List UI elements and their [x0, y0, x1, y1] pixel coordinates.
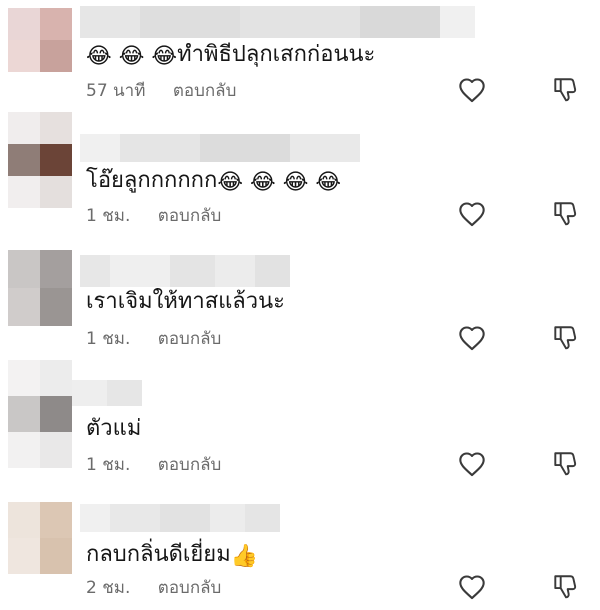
thumbs-down-icon	[554, 202, 577, 226]
comment-meta: 1 ชม. ตอบกลับ	[86, 205, 221, 227]
like-button[interactable]	[455, 197, 489, 231]
comment-text: เราเจิมให้ทาสแล้วนะ	[86, 289, 285, 314]
comment-item: โอ๊ยลูกกกกกก 😂 😂 😂 😂 1 ชม. ตอบกลับ	[0, 112, 600, 240]
dislike-button[interactable]	[548, 447, 582, 481]
comment-text: ตัวแม่	[86, 416, 142, 441]
comment-item: เราเจิมให้ทาสแล้วนะ 1 ชม. ตอบกลับ	[0, 240, 600, 360]
reply-button[interactable]: ตอบกลับ	[158, 329, 222, 349]
comment-time: 57 นาที	[86, 81, 146, 101]
comment-text: กลบกลิ่นดีเยี่ยม 👍	[86, 540, 258, 572]
thumbs-down-icon	[554, 78, 577, 102]
comment-meta: 1 ชม. ตอบกลับ	[86, 328, 221, 350]
like-button[interactable]	[455, 570, 489, 604]
laughing-tears-emoji: 😂 😂 😂 😂	[217, 170, 342, 195]
comment-item: ตัวแม่ 1 ชม. ตอบกลับ	[0, 360, 600, 480]
comment-time: 1 ชม.	[86, 206, 131, 226]
comment-item: กลบกลิ่นดีเยี่ยม 👍 2 ชม. ตอบกลับ	[0, 480, 600, 600]
dislike-button[interactable]	[548, 570, 582, 604]
comment-meta: 57 นาที ตอบกลับ	[86, 80, 236, 102]
comment-time: 2 ชม.	[86, 578, 131, 598]
username-blurred[interactable]	[80, 134, 360, 162]
reply-button[interactable]: ตอบกลับ	[173, 81, 237, 101]
heart-icon	[459, 575, 485, 600]
avatar[interactable]	[8, 360, 72, 468]
dislike-button[interactable]	[548, 321, 582, 355]
reply-button[interactable]: ตอบกลับ	[158, 455, 222, 475]
avatar[interactable]	[8, 112, 72, 208]
laughing-tears-emoji: 😂 😂 😂	[86, 44, 178, 69]
comment-meta: 2 ชม. ตอบกลับ	[86, 577, 221, 599]
comment-meta: 1 ชม. ตอบกลับ	[86, 454, 221, 476]
username-blurred[interactable]	[80, 6, 475, 38]
comment-time: 1 ชม.	[86, 329, 131, 349]
comment-text: 😂 😂 😂 ทำพิธีปลุกเสกก่อนนะ	[86, 40, 375, 72]
heart-icon	[459, 452, 485, 477]
like-button[interactable]	[455, 321, 489, 355]
heart-icon	[459, 78, 485, 103]
dislike-button[interactable]	[548, 197, 582, 231]
like-button[interactable]	[455, 73, 489, 107]
heart-icon	[459, 202, 485, 227]
avatar[interactable]	[8, 502, 72, 574]
like-button[interactable]	[455, 447, 489, 481]
reply-button[interactable]: ตอบกลับ	[158, 578, 222, 598]
avatar[interactable]	[8, 250, 72, 326]
username-blurred[interactable]	[80, 255, 290, 287]
thumbs-down-icon	[554, 452, 577, 476]
comment-text: โอ๊ยลูกกกกกก 😂 😂 😂 😂	[86, 166, 341, 198]
heart-icon	[459, 326, 485, 351]
thumbs-down-icon	[554, 575, 577, 599]
thumbs-down-icon	[554, 326, 577, 350]
comment-time: 1 ชม.	[86, 455, 131, 475]
username-blurred[interactable]	[80, 504, 280, 532]
username-blurred[interactable]	[72, 380, 142, 406]
avatar[interactable]	[8, 8, 72, 72]
dislike-button[interactable]	[548, 73, 582, 107]
thumbs-up-emoji: 👍	[230, 544, 259, 569]
comment-item: 😂 😂 😂 ทำพิธีปลุกเสกก่อนนะ 57 นาที ตอบกลั…	[0, 0, 600, 120]
reply-button[interactable]: ตอบกลับ	[158, 206, 222, 226]
